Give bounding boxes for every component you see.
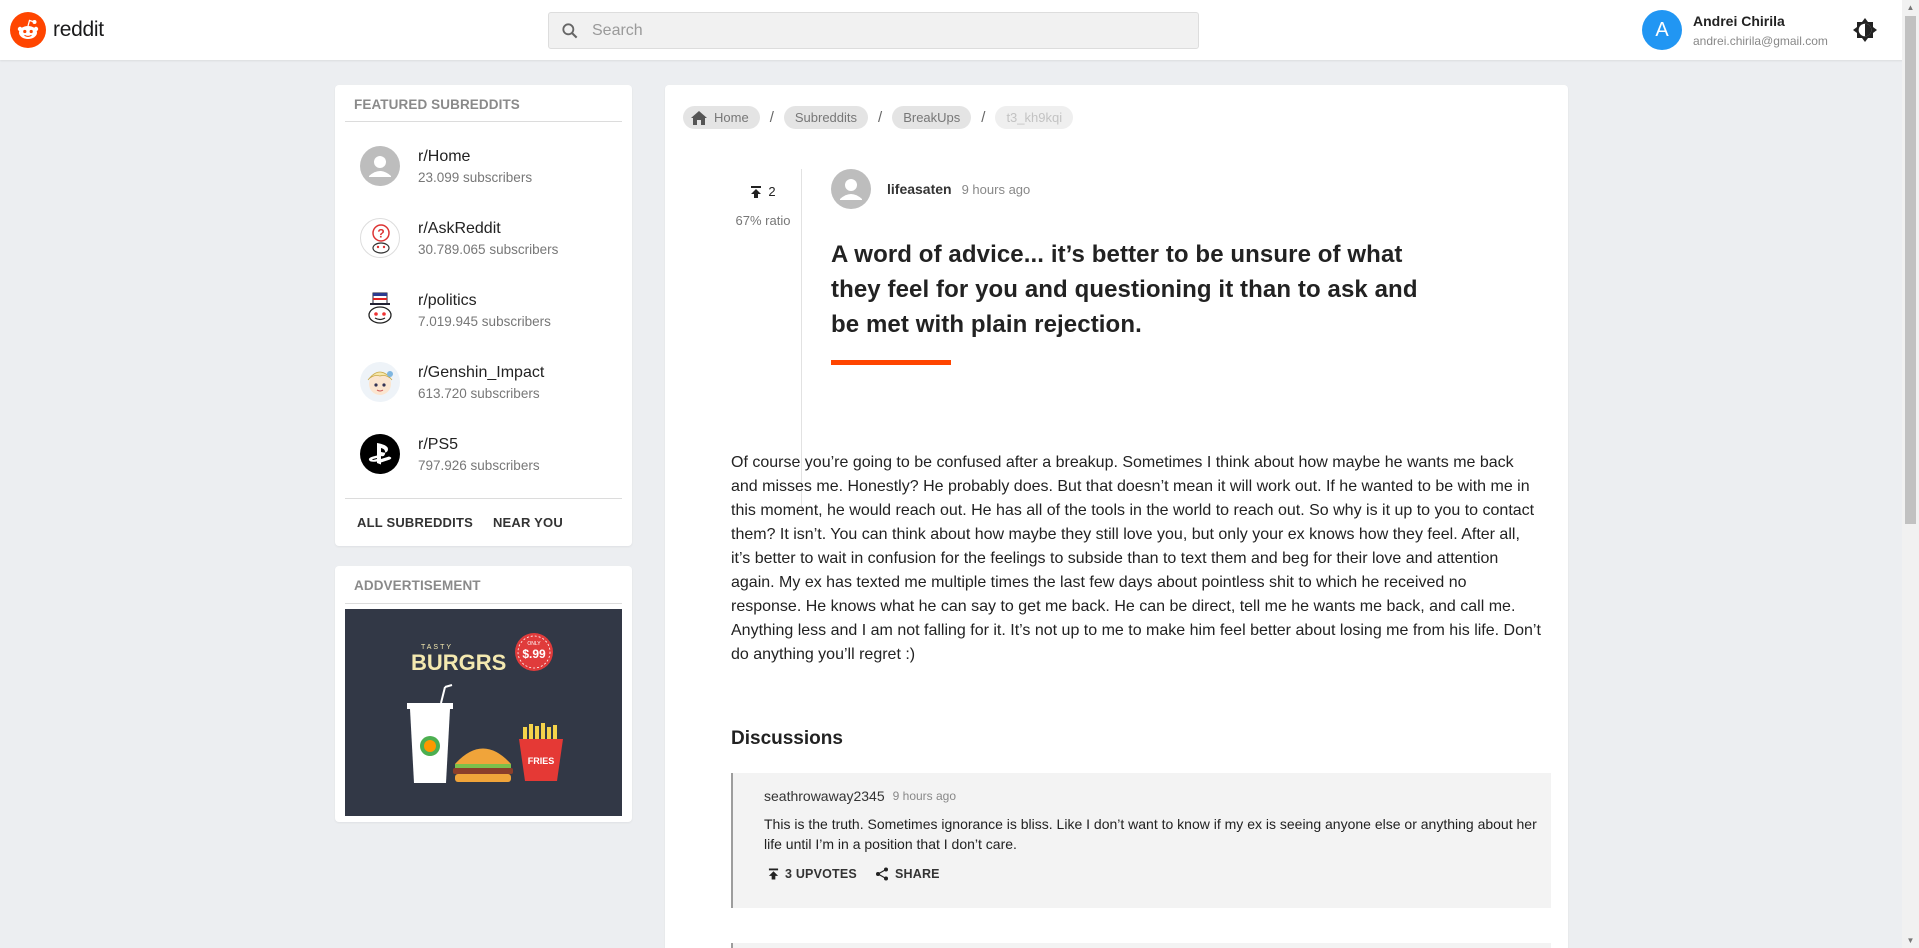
theme-toggle-icon[interactable] [1852,17,1878,43]
post-time: 9 hours ago [961,181,1031,197]
share-icon [875,867,888,881]
breadcrumb-home-label: Home [714,110,749,125]
user-menu[interactable]: A Andrei Chirila andrei.chirila@gmail.co… [1642,10,1828,50]
near-you-link[interactable]: NEAR YOU [493,515,563,530]
comment: seathrowaway2345 9 hours ago This is the… [731,773,1551,908]
user-avatar[interactable]: A [1642,10,1682,50]
subreddit-item-genshin-impact[interactable]: r/Genshin_Impact 613.720 subscribers [360,357,620,407]
breadcrumb-home[interactable]: Home [683,106,760,129]
post-body: Of course you’re going to be confused af… [731,454,1541,663]
default-avatar-icon [360,146,400,186]
scroll-up-arrow-icon[interactable]: ▲ [1906,3,1915,12]
comment-partial [731,943,1551,948]
svg-text:?: ? [377,227,384,241]
all-subreddits-link[interactable]: ALL SUBREDDITS [357,515,473,530]
burger-ad-image: TASTY BURGRS ONLY $.99 FRIES [407,633,563,783]
post-author[interactable]: lifeasaten [887,181,952,197]
subreddit-subscribers: 613.720 subscribers [418,385,540,401]
author-avatar[interactable] [831,169,871,209]
genshin-icon [360,362,400,402]
comment-text: This is the truth. Sometimes ignorance i… [764,816,1537,852]
breadcrumb-subreddits[interactable]: Subreddits [783,106,869,129]
comment-author[interactable]: seathrowaway2345 [764,788,885,804]
subreddit-subscribers: 797.926 subscribers [418,457,540,473]
home-icon [691,110,707,125]
user-email: andrei.chirila@gmail.com [1693,33,1828,48]
upvote-ratio: 67% ratio [735,213,791,228]
breadcrumb-current-post: t3_kh9kqi [995,106,1074,129]
title-accent-bar [831,360,951,365]
advertisement-title: ADDVERTISEMENT [354,578,481,593]
ad-brand: BURGRS [411,650,506,675]
upvote-icon[interactable] [750,185,762,198]
search-icon [562,22,578,38]
divider [345,498,622,499]
post-score: 2 [768,184,776,199]
breadcrumb-separator: / [769,109,774,126]
logo-text: reddit [53,18,104,41]
comment-upvote-button[interactable]: 3 UPVOTES [768,867,857,881]
featured-subreddits-title: FEATURED SUBREDDITS [354,97,520,112]
subreddit-name[interactable]: r/Home [418,148,532,166]
discussions-heading: Discussions [731,728,843,749]
ad-fries-label: FRIES [528,756,555,766]
subreddit-name[interactable]: r/Genshin_Impact [418,364,544,382]
post-title: A word of advice... it’s better to be un… [831,241,1418,338]
search-bar[interactable] [548,12,1199,49]
subreddit-item-home[interactable]: r/Home 23.099 subscribers [360,141,620,191]
comment-upvotes-label: 3 UPVOTES [785,867,857,881]
top-bar: reddit A Andrei Chirila andrei.chirila@g… [0,0,1919,60]
subreddit-name[interactable]: r/PS5 [418,436,540,454]
subreddit-item-politics[interactable]: r/politics 7.019.945 subscribers [360,285,620,335]
post-card: Home / Subreddits / BreakUps / t3_kh9kqi… [665,85,1568,948]
comment-time: 9 hours ago [892,789,957,803]
vote-panel: 2 67% ratio [733,184,793,228]
reddit-alien-icon [10,12,46,48]
playstation-icon [360,434,400,474]
subreddit-subscribers: 23.099 subscribers [418,169,533,185]
comment-share-label: SHARE [894,867,940,881]
subreddit-item-ps5[interactable]: r/PS5 797.926 subscribers [360,429,620,479]
breadcrumb-breakups[interactable]: BreakUps [892,106,972,129]
askreddit-icon: ? [360,218,400,258]
comment-share-button[interactable]: SHARE [875,867,940,881]
reddit-logo[interactable]: reddit [10,12,104,48]
advertisement-card: ADDVERTISEMENT TASTY BURGRS ONLY $.99 FR… [335,566,632,822]
scroll-down-arrow-icon[interactable]: ▼ [1906,936,1915,945]
ad-price: $.99 [522,647,546,661]
divider [345,121,622,122]
subreddit-subscribers: 30.789.065 subscribers [418,241,559,257]
ad-banner[interactable]: TASTY BURGRS ONLY $.99 FRIES [345,609,622,816]
user-name: Andrei Chirila [1693,12,1785,29]
breadcrumb: Home / Subreddits / BreakUps / t3_kh9kqi [683,106,1074,129]
search-input[interactable] [592,21,1172,40]
breadcrumb-separator: / [878,109,883,126]
breadcrumb-separator: / [981,109,986,126]
subreddit-subscribers: 7.019.945 subscribers [418,313,551,329]
divider [345,603,622,604]
scrollbar-thumb[interactable] [1905,16,1916,524]
featured-subreddits-card: FEATURED SUBREDDITS r/Home 23.099 subscr… [335,85,632,546]
subreddit-name[interactable]: r/AskReddit [418,220,558,238]
politics-icon [360,290,400,330]
subreddit-name[interactable]: r/politics [418,292,551,310]
upvote-icon [768,868,779,880]
post-author-row: lifeasaten 9 hours ago [831,169,1030,209]
subreddit-item-askreddit[interactable]: ? r/AskReddit 30.789.065 subscribers [360,213,620,263]
page-scrollbar[interactable]: ▲ ▼ [1902,0,1919,948]
